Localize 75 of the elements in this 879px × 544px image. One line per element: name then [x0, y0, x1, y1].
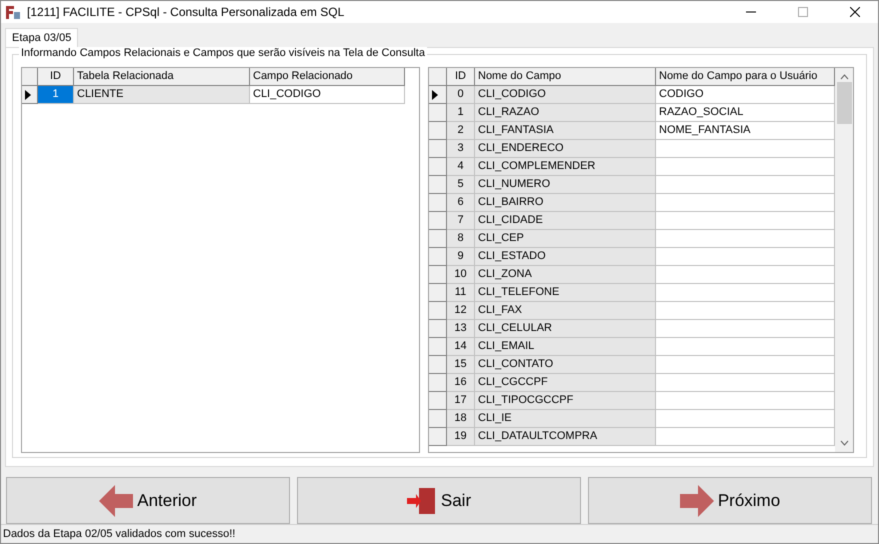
column-header[interactable]: Nome do Campo [475, 68, 656, 86]
table-cell: CLI_COMPLEMENDER [475, 158, 656, 176]
column-header[interactable]: Campo Relacionado [250, 68, 405, 86]
column-header[interactable]: ID [38, 68, 74, 86]
table-cell: CLI_FAX [475, 302, 656, 320]
row-indicator[interactable] [429, 86, 447, 104]
table-cell: CLI_TELEFONE [475, 284, 656, 302]
status-text: Dados da Etapa 02/05 validados com sucesso!! [1, 524, 878, 543]
table-cell: CLI_CODIGO [475, 86, 656, 104]
table-cell: CLI_ESTADO [475, 248, 656, 266]
column-header[interactable]: Nome do Campo para o Usuário [656, 68, 835, 86]
row-pointer-icon [25, 90, 31, 100]
table-cell: 2 [447, 122, 475, 140]
group-title: Informando Campos Relacionais e Campos que serão visíveis na Tela de Consulta [19, 47, 427, 59]
table-cell: 14 [447, 338, 475, 356]
app-icon [5, 4, 21, 20]
nav-button[interactable]: Próximo [588, 477, 872, 524]
table-cell: CLI_CELULAR [475, 320, 656, 338]
header-corner [429, 68, 447, 86]
table-cell: 12 [447, 302, 475, 320]
table-cell: CLI_DATAULTCOMPRA [475, 428, 656, 446]
nav-button[interactable]: Anterior [6, 477, 290, 524]
table-cell: 7 [447, 212, 475, 230]
table-cell: CLI_CONTATO [475, 356, 656, 374]
table-cell: 13 [447, 320, 475, 338]
table-cell: 6 [447, 194, 475, 212]
maximize-icon[interactable] [798, 7, 808, 17]
table-cell: CLI_ENDERECO [475, 140, 656, 158]
table-cell: CLI_NUMERO [475, 176, 656, 194]
table-cell: 1 [38, 86, 74, 104]
table-cell: 18 [447, 410, 475, 428]
table-cell: CLI_IE [475, 410, 656, 428]
table-cell: CLI_TIPOCGCCPF [475, 392, 656, 410]
close-icon[interactable] [850, 7, 860, 17]
tab[interactable]: Etapa 03/05 [5, 28, 78, 47]
column-header[interactable]: Tabela Relacionada [74, 68, 250, 86]
table-cell: 9 [447, 248, 475, 266]
scroll-up-icon[interactable] [840, 74, 848, 80]
nav-button[interactable]: Sair [297, 477, 581, 524]
table-cell: NOME_FANTASIA [656, 122, 835, 140]
table-cell: 16 [447, 374, 475, 392]
table-cell: CLI_FANTASIA [475, 122, 656, 140]
table-cell: CLI_ZONA [475, 266, 656, 284]
window-title: [1211] FACILITE - CPSql - Consulta Personalizada em SQL [27, 5, 346, 19]
table-cell: 0 [447, 86, 475, 104]
header-corner [22, 68, 38, 86]
table-cell: CLI_BAIRRO [475, 194, 656, 212]
table-cell: CLI_CGCCPF [475, 374, 656, 392]
right-arrow-icon [680, 484, 714, 516]
table-cell: RAZAO_SOCIAL [656, 104, 835, 122]
row-indicator[interactable] [22, 86, 38, 104]
table-cell: 4 [447, 158, 475, 176]
scroll-thumb[interactable] [836, 82, 852, 124]
left-arrow-icon [99, 484, 134, 516]
table-cell: 10 [447, 266, 475, 284]
row-pointer-icon [432, 90, 438, 100]
table-cell: CODIGO [656, 86, 835, 104]
table-cell: 15 [447, 356, 475, 374]
table-cell: 8 [447, 230, 475, 248]
table-cell: 17 [447, 392, 475, 410]
door-exit-icon [406, 486, 437, 516]
table-cell: 19 [447, 428, 475, 446]
scrollbar[interactable] [835, 68, 853, 452]
table-cell: CLI_RAZAO [475, 104, 656, 122]
table-cell: CLI_CEP [475, 230, 656, 248]
table-cell: CLI_CIDADE [475, 212, 656, 230]
column-header[interactable]: ID [447, 68, 475, 86]
table-cell: CLIENTE [74, 86, 250, 104]
table-cell: CLI_EMAIL [475, 338, 656, 356]
table-cell: 1 [447, 104, 475, 122]
table-cell: 3 [447, 140, 475, 158]
table-cell: CLI_CODIGO [250, 86, 405, 104]
table-cell: 11 [447, 284, 475, 302]
scroll-down-icon[interactable] [840, 440, 848, 446]
table-cell: 5 [447, 176, 475, 194]
